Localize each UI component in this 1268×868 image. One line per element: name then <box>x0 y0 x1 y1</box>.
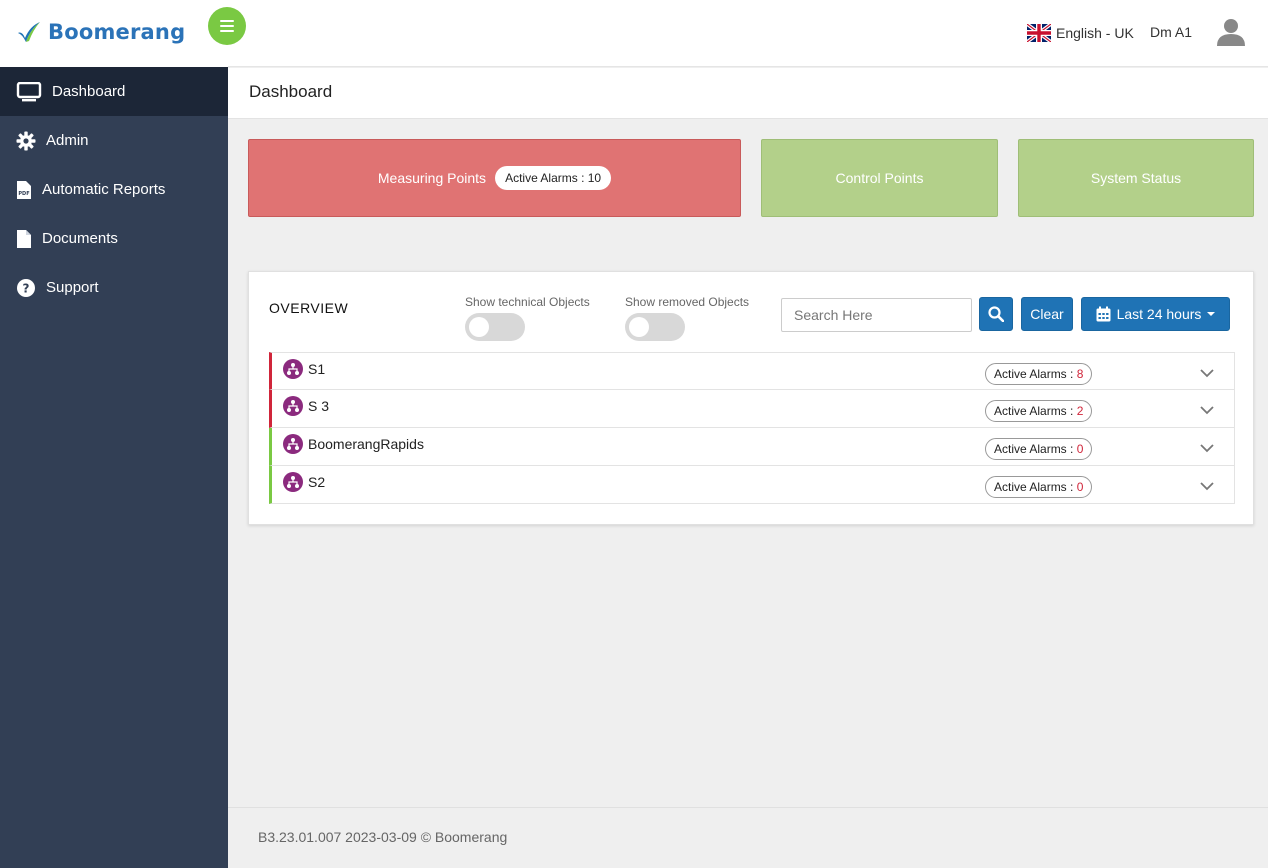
site-name: S 3 <box>308 398 330 414</box>
overview-card: OVERVIEW Show technical Objects Show rem… <box>248 271 1254 525</box>
site-row-boomerangrapids[interactable]: BoomerangRapids Active Alarms : 0 <box>269 428 1235 466</box>
active-alarms-badge: Active Alarms : 8 <box>985 363 1093 385</box>
removed-objects-toggle[interactable] <box>625 313 685 341</box>
sidebar: Boomerang Dashboard Admin PDF Automatic … <box>0 0 228 868</box>
system-status-tile[interactable]: System Status <box>1018 139 1254 217</box>
sidebar-item-label: Support <box>46 279 99 296</box>
page-title: Dashboard <box>249 82 333 101</box>
uk-flag-icon <box>1027 24 1051 42</box>
chevron-down-icon[interactable] <box>1200 478 1214 496</box>
page-header: Dashboard <box>228 68 1268 119</box>
brand-name: Boomerang <box>48 20 186 44</box>
site-network-icon <box>283 396 303 421</box>
badge-prefix: Active Alarms : <box>994 404 1077 418</box>
document-icon <box>16 229 32 249</box>
search-input[interactable] <box>781 298 972 332</box>
time-range-label: Last 24 hours <box>1116 306 1202 322</box>
alarm-count: 0 <box>1076 480 1084 494</box>
site-name: S1 <box>308 361 326 377</box>
tile-label: Control Points <box>835 170 924 186</box>
top-bar: English - UK Dm A1 <box>228 0 1268 67</box>
toggle-knob <box>629 317 649 337</box>
sidebar-item-admin[interactable]: Admin <box>0 116 228 165</box>
chevron-down-icon[interactable] <box>1200 402 1214 420</box>
removed-objects-toggle-group: Show removed Objects <box>625 295 749 341</box>
gear-icon <box>16 131 36 151</box>
alarm-count: 0 <box>1076 442 1084 456</box>
site-network-icon <box>283 472 303 497</box>
time-range-dropdown[interactable]: Last 24 hours <box>1081 297 1230 331</box>
active-alarms-badge: Active Alarms : 0 <box>985 438 1093 460</box>
sidebar-item-label: Automatic Reports <box>42 181 166 198</box>
chevron-down-icon[interactable] <box>1200 365 1214 383</box>
site-network-icon <box>283 434 303 459</box>
pdf-file-icon: PDF <box>16 180 32 200</box>
sidebar-item-automatic-reports[interactable]: PDF Automatic Reports <box>0 165 228 214</box>
sidebar-item-label: Dashboard <box>52 83 126 100</box>
sidebar-item-label: Admin <box>46 132 89 149</box>
sidebar-item-support[interactable]: ? Support <box>0 263 228 312</box>
boomerang-logo-icon <box>18 22 40 42</box>
chevron-down-icon[interactable] <box>1200 440 1214 458</box>
sidebar-item-dashboard[interactable]: Dashboard <box>0 67 228 116</box>
footer-version-text: B3.23.01.007 2023-03-09 © Boomerang <box>258 829 508 845</box>
toggle-label: Show technical Objects <box>465 295 590 309</box>
caret-down-icon <box>1207 312 1216 316</box>
calendar-icon <box>1096 306 1111 322</box>
brand-logo[interactable]: Boomerang <box>16 20 185 44</box>
site-list: S1 Active Alarms : 8 S 3 Active Alarms :… <box>269 352 1235 504</box>
hamburger-icon <box>220 20 234 32</box>
sidebar-item-label: Documents <box>42 230 118 247</box>
site-name: S2 <box>308 474 326 490</box>
menu-toggle-button[interactable] <box>208 7 246 45</box>
tile-label: Measuring Points <box>377 170 487 186</box>
control-points-tile[interactable]: Control Points <box>761 139 998 217</box>
language-label: English - UK <box>1056 25 1134 41</box>
user-avatar-icon[interactable] <box>1216 18 1246 51</box>
badge-prefix: Active Alarms : <box>994 442 1077 456</box>
site-name: BoomerangRapids <box>308 436 424 452</box>
alarm-count: 8 <box>1076 367 1084 381</box>
search-icon <box>988 306 1004 322</box>
badge-prefix: Active Alarms : <box>994 367 1077 381</box>
question-circle-icon: ? <box>16 278 36 298</box>
language-selector[interactable]: English - UK <box>1027 24 1134 42</box>
monitor-icon <box>16 81 42 102</box>
sidebar-nav: Dashboard Admin PDF Automatic Reports Do… <box>0 67 228 312</box>
active-alarms-badge: Active Alarms : 0 <box>985 476 1093 498</box>
technical-objects-toggle[interactable] <box>465 313 525 341</box>
svg-text:?: ? <box>23 281 30 295</box>
sidebar-item-documents[interactable]: Documents <box>0 214 228 263</box>
svg-text:PDF: PDF <box>18 191 29 197</box>
user-name[interactable]: Dm A1 <box>1150 24 1192 40</box>
tile-label: System Status <box>1090 170 1182 186</box>
logo-area: Boomerang <box>0 0 228 67</box>
badge-prefix: Active Alarms : <box>994 480 1077 494</box>
measuring-points-tile[interactable]: Measuring Points Active Alarms : 10 <box>248 139 741 217</box>
alarm-count: 2 <box>1076 404 1084 418</box>
technical-objects-toggle-group: Show technical Objects <box>465 295 590 341</box>
overview-title: OVERVIEW <box>269 300 349 316</box>
site-row-s3[interactable]: S 3 Active Alarms : 2 <box>269 390 1235 428</box>
footer: B3.23.01.007 2023-03-09 © Boomerang <box>228 807 1268 868</box>
active-alarms-badge: Active Alarms : 2 <box>985 400 1093 422</box>
clear-button[interactable]: Clear <box>1021 297 1073 331</box>
site-network-icon <box>283 359 303 384</box>
active-alarms-badge: Active Alarms : 10 <box>495 166 612 190</box>
site-row-s1[interactable]: S1 Active Alarms : 8 <box>269 352 1235 390</box>
site-row-s2[interactable]: S2 Active Alarms : 0 <box>269 466 1235 504</box>
toggle-label: Show removed Objects <box>625 295 750 309</box>
search-button[interactable] <box>979 297 1013 331</box>
toggle-knob <box>469 317 489 337</box>
